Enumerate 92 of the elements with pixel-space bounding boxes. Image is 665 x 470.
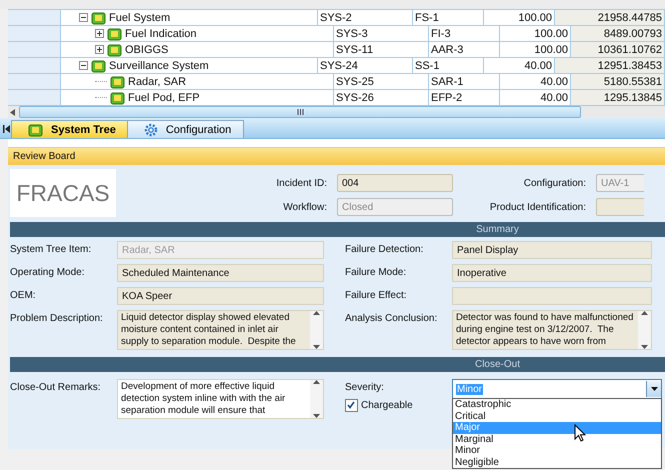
field-label: Product Identification: <box>488 202 587 212</box>
expand-icon[interactable] <box>95 29 104 38</box>
table-cell: SYS-2 <box>318 10 413 25</box>
scroll-up-icon[interactable] <box>641 311 648 315</box>
field-label: Configuration: <box>522 178 587 188</box>
field-label: Close-Out Remarks: <box>10 381 102 393</box>
input-field[interactable]: KOA Speer <box>117 287 324 305</box>
table-cell: SS-1 <box>413 58 484 73</box>
input-field[interactable] <box>452 287 652 305</box>
row-header-cell[interactable] <box>8 42 61 57</box>
section-header: Summary <box>10 222 665 237</box>
field-label: System Tree Item: <box>10 243 92 255</box>
row-header-cell[interactable] <box>8 26 61 41</box>
scroll-down-icon[interactable] <box>313 414 320 418</box>
table-cell: FS-1 <box>413 10 484 25</box>
scroll-up-icon[interactable] <box>313 311 320 315</box>
tree-item[interactable]: Radar, SAR <box>128 76 186 88</box>
scroll-up-icon[interactable] <box>313 380 320 384</box>
checkbox-icon[interactable] <box>345 399 358 412</box>
cube-icon <box>91 10 106 24</box>
table-cell: SYS-25 <box>334 74 429 89</box>
scroll-down-icon[interactable] <box>313 345 320 349</box>
table-cell: 1295.13845 <box>571 90 665 105</box>
field-label: OEM: <box>10 289 37 301</box>
field-label: Failure Effect: <box>345 289 408 301</box>
field-label: Operating Mode: <box>10 266 86 278</box>
scroll-left-icon[interactable] <box>8 108 17 116</box>
row-header-cell[interactable] <box>8 10 61 25</box>
tab[interactable]: System Tree <box>11 120 129 138</box>
dropdown-option[interactable]: Minor <box>453 445 661 456</box>
table-cell: 12951.38453 <box>555 58 665 73</box>
dropdown-option[interactable]: Negligible <box>453 456 661 468</box>
section-header: Close-Out <box>10 357 665 372</box>
input-field[interactable]: Scheduled Maintenance <box>117 264 324 282</box>
text-area[interactable]: Liquid detector display showed elevated moisture content contained in inlet air supply to separation module. Despite the <box>117 310 324 350</box>
field-label: Analysis Conclusion: <box>345 312 438 324</box>
row-header-cell[interactable] <box>8 90 61 105</box>
field-label: Workflow: <box>282 202 328 212</box>
table-cell: 8489.00793 <box>571 26 665 41</box>
table-cell: SYS-3 <box>334 26 429 41</box>
tree-item[interactable]: Fuel System <box>109 12 170 24</box>
scrollbar[interactable] <box>638 311 651 349</box>
logo: FRACAS <box>10 169 116 217</box>
mouse-pointer-icon <box>574 424 586 442</box>
row-header-cell[interactable] <box>8 58 61 73</box>
table-cell: SYS-24 <box>318 58 413 73</box>
cube-icon <box>110 74 125 88</box>
tree-item[interactable]: Surveillance System <box>109 60 209 72</box>
cube-icon <box>91 58 106 72</box>
field-label: Problem Description: <box>10 312 104 324</box>
cube-icon <box>107 42 122 56</box>
dropdown-option[interactable]: Critical <box>453 410 661 422</box>
scrollbar[interactable] <box>310 380 323 418</box>
settings-icon <box>144 122 158 136</box>
row-header-cell[interactable] <box>8 74 61 89</box>
table-cell: SAR-1 <box>429 74 500 89</box>
text-area[interactable]: Detector was found to have malfunctioned during engine test on 3/12/2007. The detector appears to have worn from <box>452 310 652 350</box>
input-field[interactable]: Panel Display <box>452 241 652 259</box>
tree-item[interactable]: Fuel Indication <box>125 28 197 40</box>
scroll-thumb[interactable] <box>19 106 581 118</box>
table-cell: 10361.10762 <box>571 42 665 57</box>
field-label: Failure Mode: <box>345 266 408 278</box>
table-cell: FI-3 <box>429 26 500 41</box>
input-field[interactable]: Inoperative <box>452 264 652 282</box>
collapse-icon[interactable] <box>79 61 88 70</box>
input-field[interactable]: 004 <box>337 174 453 192</box>
tree-item[interactable]: OBIGGS <box>125 44 168 56</box>
tree-item[interactable]: Fuel Pod, EFP <box>128 92 200 104</box>
tab[interactable]: Configuration <box>126 120 244 138</box>
dropdown-arrow-icon[interactable] <box>650 387 658 391</box>
field-label: Failure Detection: <box>345 243 424 255</box>
table-cell: EFP-2 <box>429 90 500 105</box>
cube-icon <box>107 26 122 40</box>
table-cell: 21958.44785 <box>555 10 665 25</box>
table-cell: 5180.55381 <box>571 74 665 89</box>
panel-title: Review Board <box>8 148 665 165</box>
expand-icon[interactable] <box>95 45 104 54</box>
dropdown-option[interactable]: Marginal <box>453 434 661 445</box>
input-field[interactable] <box>596 198 644 216</box>
table-cell: SYS-26 <box>334 90 429 105</box>
text-area[interactable]: Development of more effective liquid detection system inline with with the air separation module will ensure that <box>117 379 324 419</box>
field-label: Severity: <box>345 381 385 393</box>
field-label: Incident ID: <box>275 178 328 188</box>
cube-icon <box>28 122 43 136</box>
dropdown-option[interactable]: Catastrophic <box>453 399 661 410</box>
checkbox[interactable]: Chargeable <box>345 399 452 412</box>
table-cell: SYS-11 <box>334 42 429 57</box>
table-cell: AAR-3 <box>429 42 500 57</box>
cube-icon <box>110 90 125 104</box>
scrollbar[interactable] <box>310 311 323 349</box>
collapse-icon[interactable] <box>79 13 88 22</box>
scroll-down-icon[interactable] <box>641 345 648 349</box>
